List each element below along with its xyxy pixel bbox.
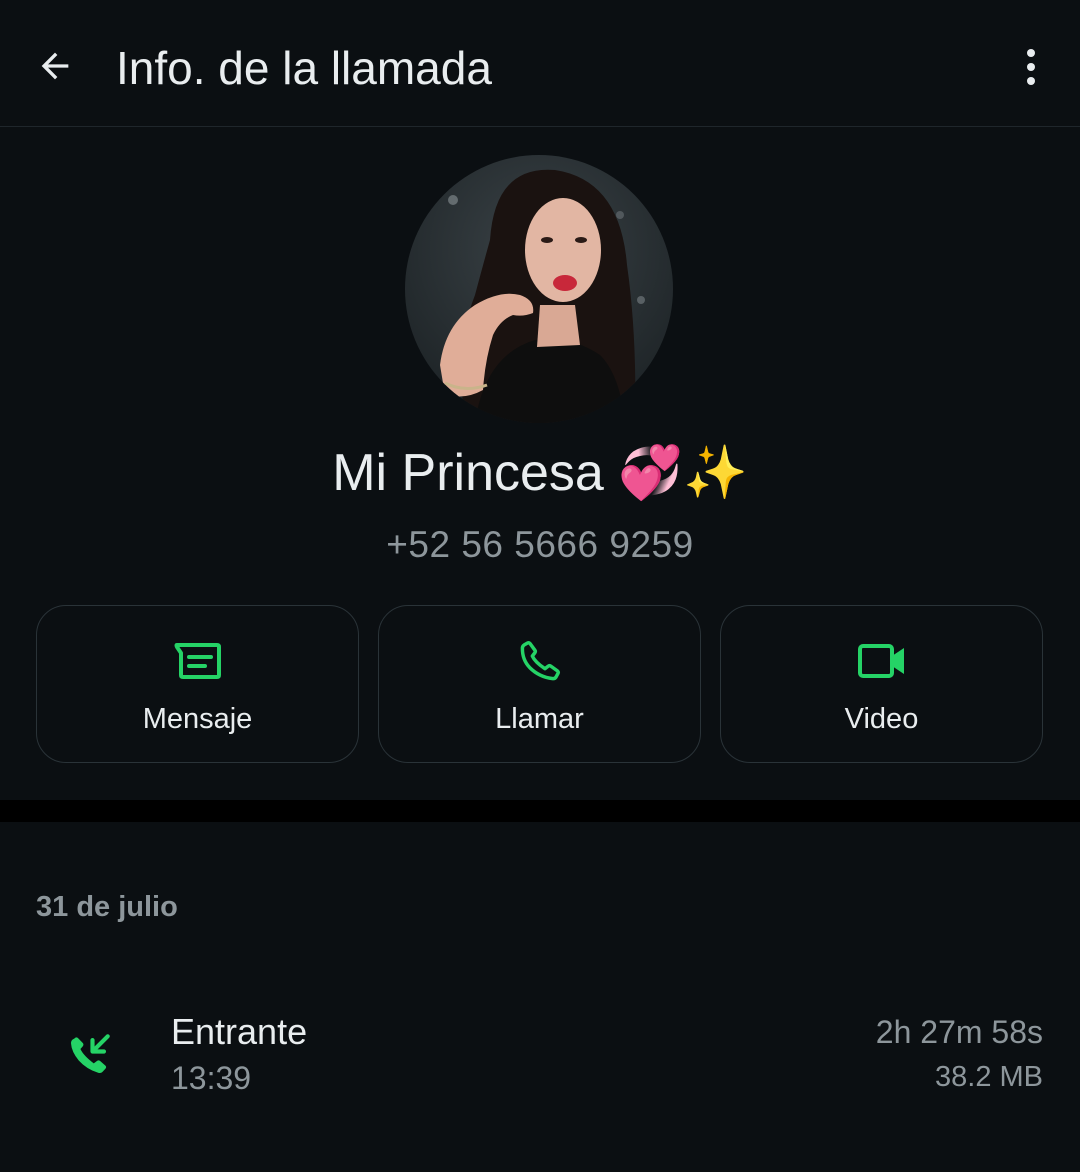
- date-header: 31 de julio: [36, 891, 178, 923]
- page-title: Info. de la llamada: [116, 42, 492, 94]
- call-type: Entrante: [171, 1011, 308, 1052]
- contact-name-text: Mi Princesa: [332, 444, 604, 502]
- call-time: 13:39: [171, 1060, 252, 1096]
- more-options-button[interactable]: [1006, 36, 1056, 98]
- call-button[interactable]: Llamar: [378, 605, 701, 763]
- call-data-size: 38.2 MB: [935, 1061, 1043, 1093]
- contact-phone: +52 56 5666 9259: [386, 524, 694, 565]
- message-icon: [174, 643, 221, 679]
- section-divider: [0, 800, 1080, 822]
- incoming-call-icon: [71, 1034, 110, 1074]
- app-bar: Info. de la llamada: [0, 0, 1080, 127]
- more-vertical-icon: [1027, 49, 1035, 85]
- call-button-label: Llamar: [495, 703, 584, 735]
- video-call-button[interactable]: Video: [720, 605, 1043, 763]
- back-button[interactable]: [26, 34, 84, 98]
- video-call-button-label: Video: [844, 703, 919, 735]
- profile-photo: [405, 155, 673, 423]
- message-button-label: Mensaje: [142, 703, 253, 735]
- phone-icon: [520, 641, 560, 681]
- contact-name-emoji: 💞✨: [618, 443, 748, 503]
- contact-name: Mi Princesa 💞✨: [0, 440, 1080, 506]
- video-camera-icon: [857, 644, 904, 678]
- avatar[interactable]: [405, 155, 673, 423]
- message-button[interactable]: Mensaje: [36, 605, 359, 763]
- call-duration: 2h 27m 58s: [875, 1014, 1043, 1050]
- arrow-left-icon: [41, 52, 69, 80]
- call-log-item[interactable]: Entrante 13:39 2h 27m 58s 38.2 MB: [0, 990, 1080, 1110]
